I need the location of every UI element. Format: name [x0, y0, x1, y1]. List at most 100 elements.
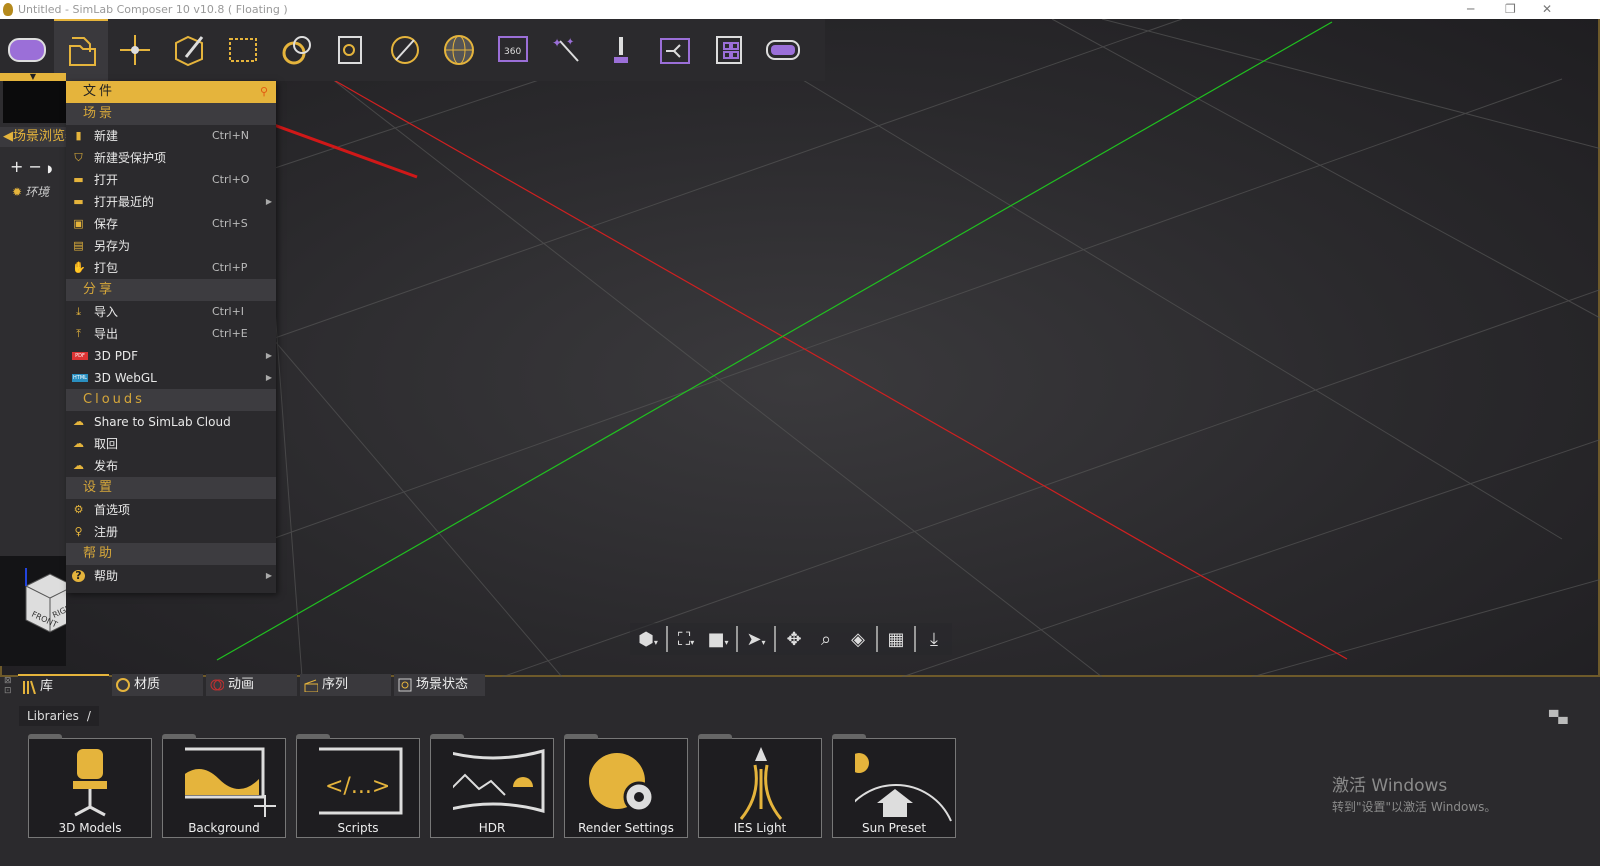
environment-button[interactable]	[432, 19, 486, 81]
sequence-tab-icon	[304, 679, 318, 692]
menu-item-label: 3D WebGL	[94, 371, 157, 385]
scene-state-button[interactable]	[324, 19, 378, 81]
close-button[interactable]: ✕	[1542, 0, 1552, 19]
library-ies-light[interactable]: IES Light	[698, 734, 822, 838]
menu-item[interactable]: ☁ 取回	[66, 433, 276, 455]
selection-button[interactable]	[216, 19, 270, 81]
menu-item[interactable]: ▬ 打开最近的 ▶	[66, 191, 276, 213]
key-icon: ♀	[74, 525, 83, 538]
breadcrumb-separator: /	[86, 709, 91, 723]
zoom-extents-button[interactable]: ✥	[780, 629, 808, 650]
minimize-button[interactable]: ─	[1467, 0, 1474, 19]
restore-button[interactable]: ❐	[1505, 0, 1516, 19]
panel-toggle-buttons[interactable]: ⊠ ⊡	[4, 676, 12, 696]
render-icon	[391, 36, 419, 64]
menu-section-header: 设置	[66, 477, 276, 499]
tab-animation[interactable]: 动画	[206, 674, 297, 696]
fit-view-button[interactable]: ⛶▾	[672, 629, 700, 650]
viewport-toolbar: ⬢▾ ⛶▾ ■▾ ➤▾ ✥ ⌕ ◈ ▦ ⤓	[630, 623, 952, 655]
tab-library[interactable]: 库	[18, 674, 109, 696]
edit-geometry-button[interactable]	[162, 19, 216, 81]
library-render-settings[interactable]: Render Settings	[564, 734, 688, 838]
toggle-button[interactable]: ◗	[47, 164, 52, 175]
remove-button[interactable]: −	[29, 157, 42, 176]
menu-item[interactable]: ▬ 打开 Ctrl+O	[66, 169, 276, 191]
library-background[interactable]: Background	[162, 734, 286, 838]
badge-label: PDF	[72, 352, 88, 360]
vr360-button[interactable]: 360	[486, 19, 540, 81]
magic-wand-button[interactable]: ✦ ✦	[540, 19, 594, 81]
touch-button[interactable]	[594, 19, 648, 81]
menu-item[interactable]: PDF 3D PDF ▶	[66, 345, 276, 367]
library-3d-models[interactable]: 3D Models	[28, 734, 152, 838]
vr-button[interactable]	[0, 19, 54, 81]
help-icon: ?	[72, 570, 85, 582]
menu-item[interactable]: ▤ 另存为	[66, 235, 276, 257]
menu-item[interactable]: ☁ Share to SimLab Cloud	[66, 411, 276, 433]
x-axis-line	[331, 78, 1348, 660]
view-mode-button[interactable]: ⬢▾	[634, 629, 662, 650]
menu-item-label: 打开最近的	[94, 195, 155, 209]
library-hdr[interactable]: HDR	[430, 734, 554, 838]
pin-icon[interactable]: ⚲	[260, 81, 271, 103]
drop-to-floor-button[interactable]: ⤓	[920, 629, 948, 650]
menu-header-file[interactable]: 文件 ⚲	[66, 81, 276, 103]
menu-item[interactable]: HTML 3D WebGL ▶	[66, 367, 276, 389]
view-cube-icon: FRONT RIGHT	[25, 568, 78, 654]
tab-materials[interactable]: 材质	[112, 674, 203, 696]
sequence-button[interactable]	[648, 19, 702, 81]
menu-item-label: 新建	[94, 129, 119, 143]
watermark-line1: 激活 Windows	[1332, 776, 1448, 796]
floor-button[interactable]: ◈	[844, 629, 872, 650]
scene-state-tab-icon	[398, 678, 412, 692]
menu-item[interactable]: ⤒ 导出 Ctrl+E	[66, 323, 276, 345]
zoom-search-button[interactable]: ⌕	[812, 629, 840, 650]
title-bar: Untitled - SimLab Composer 10 v10.8 ( Fl…	[0, 0, 1600, 19]
menu-item[interactable]: ♀ 注册	[66, 521, 276, 543]
scene-browser-label: 场景浏览器	[13, 129, 66, 144]
file-button[interactable]	[54, 19, 108, 81]
menu-item[interactable]: ⤓ 导入 Ctrl+I	[66, 301, 276, 323]
library-sun-preset[interactable]: Sun Preset	[832, 734, 956, 838]
materials-button[interactable]	[270, 19, 324, 81]
library-label: HDR	[478, 821, 506, 835]
view-cube[interactable]: FRONT RIGHT	[0, 556, 78, 666]
scene-state-icon	[338, 36, 362, 64]
move-button[interactable]	[108, 19, 162, 81]
menu-item-label: 打开	[94, 173, 119, 187]
tab-sequence[interactable]: 序列	[300, 674, 391, 696]
grid-button[interactable]: ▦	[882, 629, 910, 650]
selection-box-icon	[229, 38, 257, 62]
export-icon: ⤒	[76, 327, 81, 340]
library-label: Scripts	[337, 821, 379, 835]
move-icon	[120, 35, 150, 65]
menu-item-shortcut: Ctrl+N	[212, 129, 250, 142]
menu-item[interactable]: ? 帮助 ▶	[66, 565, 276, 587]
scene-browser-title[interactable]: ◀场景浏览器	[0, 127, 66, 147]
tab-scene-states[interactable]: 场景状态	[394, 674, 485, 696]
menu-item-label: 新建受保护项	[94, 151, 167, 165]
menu-item[interactable]: ⛉ 新建受保护项	[66, 147, 276, 169]
render-button[interactable]	[378, 19, 432, 81]
menu-item[interactable]: ☁ 发布	[66, 455, 276, 477]
magic-wand-icon: ✦ ✦	[552, 36, 579, 62]
vr-headset-button[interactable]	[756, 19, 810, 81]
menu-item[interactable]: ⚙ 首选项	[66, 499, 276, 521]
select-tool-button[interactable]: ➤▾	[742, 629, 770, 650]
menu-item-label: Share to SimLab Cloud	[94, 415, 231, 429]
vr-dropdown-arrow[interactable]: ▼	[0, 73, 66, 81]
menu-section-header: 帮助	[66, 543, 276, 565]
preview-thumbnail	[3, 81, 66, 123]
add-button[interactable]: +	[10, 157, 23, 176]
menu-item[interactable]: ▣ 保存 Ctrl+S	[66, 213, 276, 235]
library-scripts[interactable]: </...> Scripts	[296, 734, 420, 838]
tab-label: 动画	[228, 677, 255, 692]
menu-item[interactable]: ✋ 打包 Ctrl+P	[66, 257, 276, 279]
tree-item-environment[interactable]: ✹ 环境	[12, 183, 49, 200]
layout-button[interactable]	[702, 19, 756, 81]
breadcrumb-root[interactable]: Libraries	[27, 709, 79, 723]
menu-item-shortcut: Ctrl+I	[212, 305, 245, 318]
dock-icon[interactable]: ▀▄	[1549, 710, 1567, 724]
menu-item[interactable]: ▮ 新建 Ctrl+N	[66, 125, 276, 147]
shading-button[interactable]: ■▾	[704, 629, 732, 650]
